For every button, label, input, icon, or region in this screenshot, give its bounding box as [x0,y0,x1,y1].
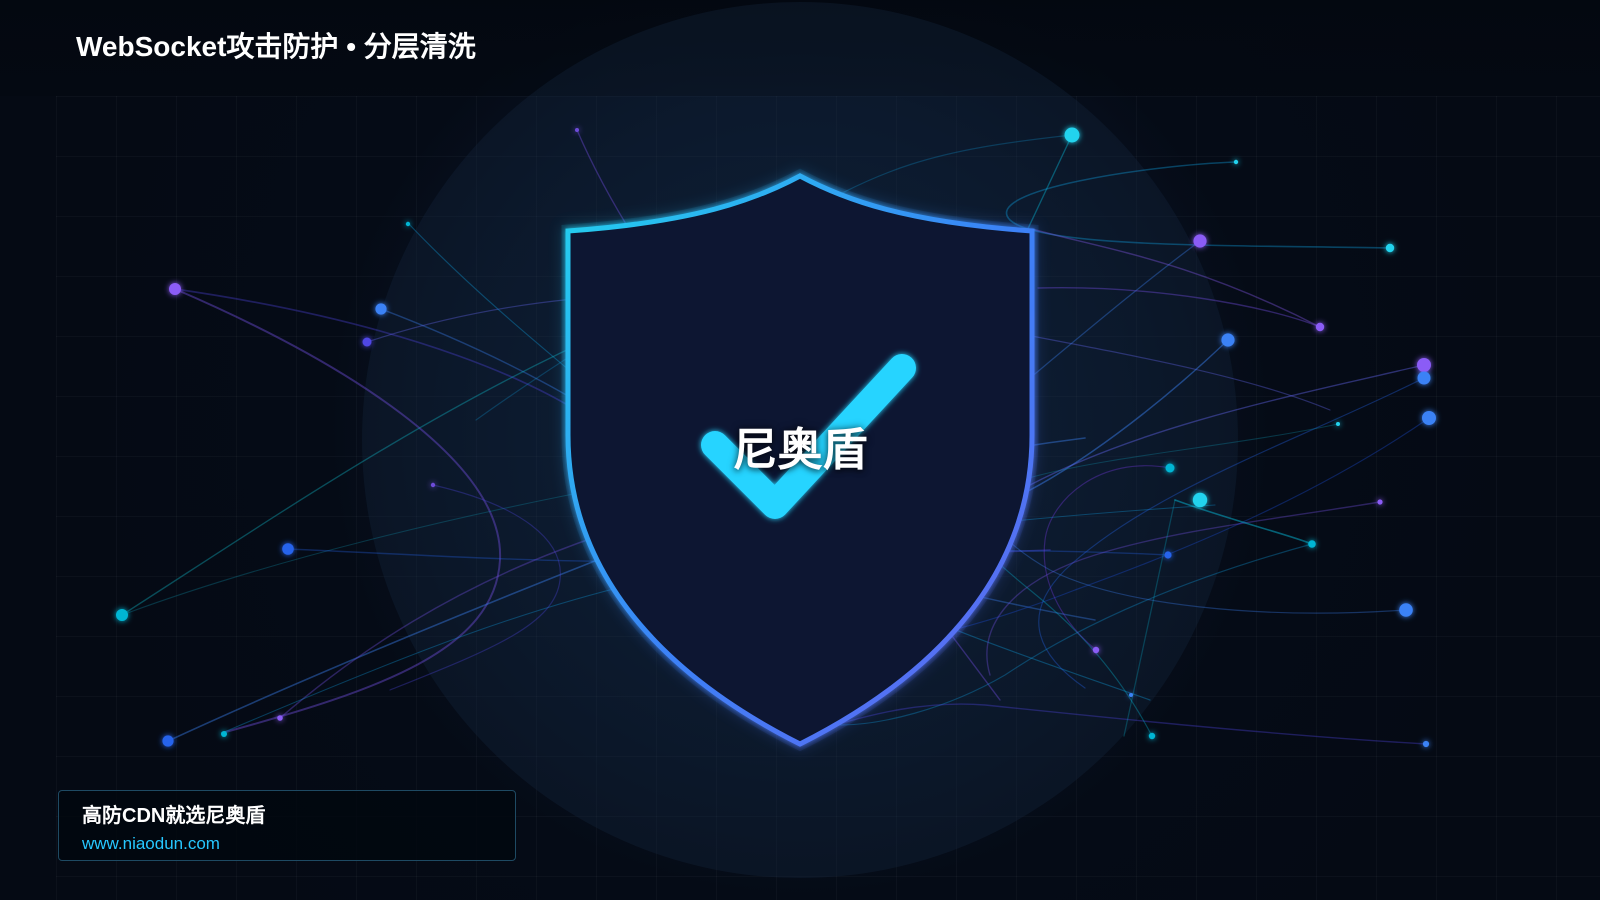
network-node [575,128,579,132]
network-node [362,337,372,347]
page-title: WebSocket攻击防护 • 分层清洗 [76,31,476,62]
promo-card: 高防CDN就选尼奥盾 www.niaodun.com [58,790,516,861]
network-node [1399,603,1413,617]
network-node [169,283,181,295]
network-node [1233,159,1239,165]
network-node [277,715,283,721]
network-node [1308,540,1316,548]
network-node [375,303,387,315]
network-node [1148,732,1156,740]
promo-headline: 高防CDN就选尼奥盾 [82,805,266,827]
network-node [1377,499,1383,505]
network-node [1129,693,1133,697]
network-node [221,731,227,737]
network-node [1221,333,1235,347]
network-node [1165,463,1175,473]
network-node [1422,411,1436,425]
network-node [1315,322,1325,332]
network-node [116,609,128,621]
network-node [1385,243,1395,253]
network-node [1417,371,1431,385]
network-node [1092,646,1100,654]
network-node [282,543,294,555]
network-node [1417,358,1431,372]
hero-banner: WebSocket攻击防护 • 分层清洗 尼奥盾 高防CDN就选尼奥盾 www.… [0,0,1600,900]
network-node [430,482,436,488]
network-node [1064,127,1080,143]
network-node [1192,492,1208,508]
network-node [1336,422,1340,426]
network-node [162,735,174,747]
network-node [405,221,411,227]
network-node [1422,740,1430,748]
website-link[interactable]: www.niaodun.com [82,834,220,854]
network-node [1193,234,1207,248]
network-node [1164,551,1172,559]
brand-name: 尼奥盾 [732,424,868,475]
